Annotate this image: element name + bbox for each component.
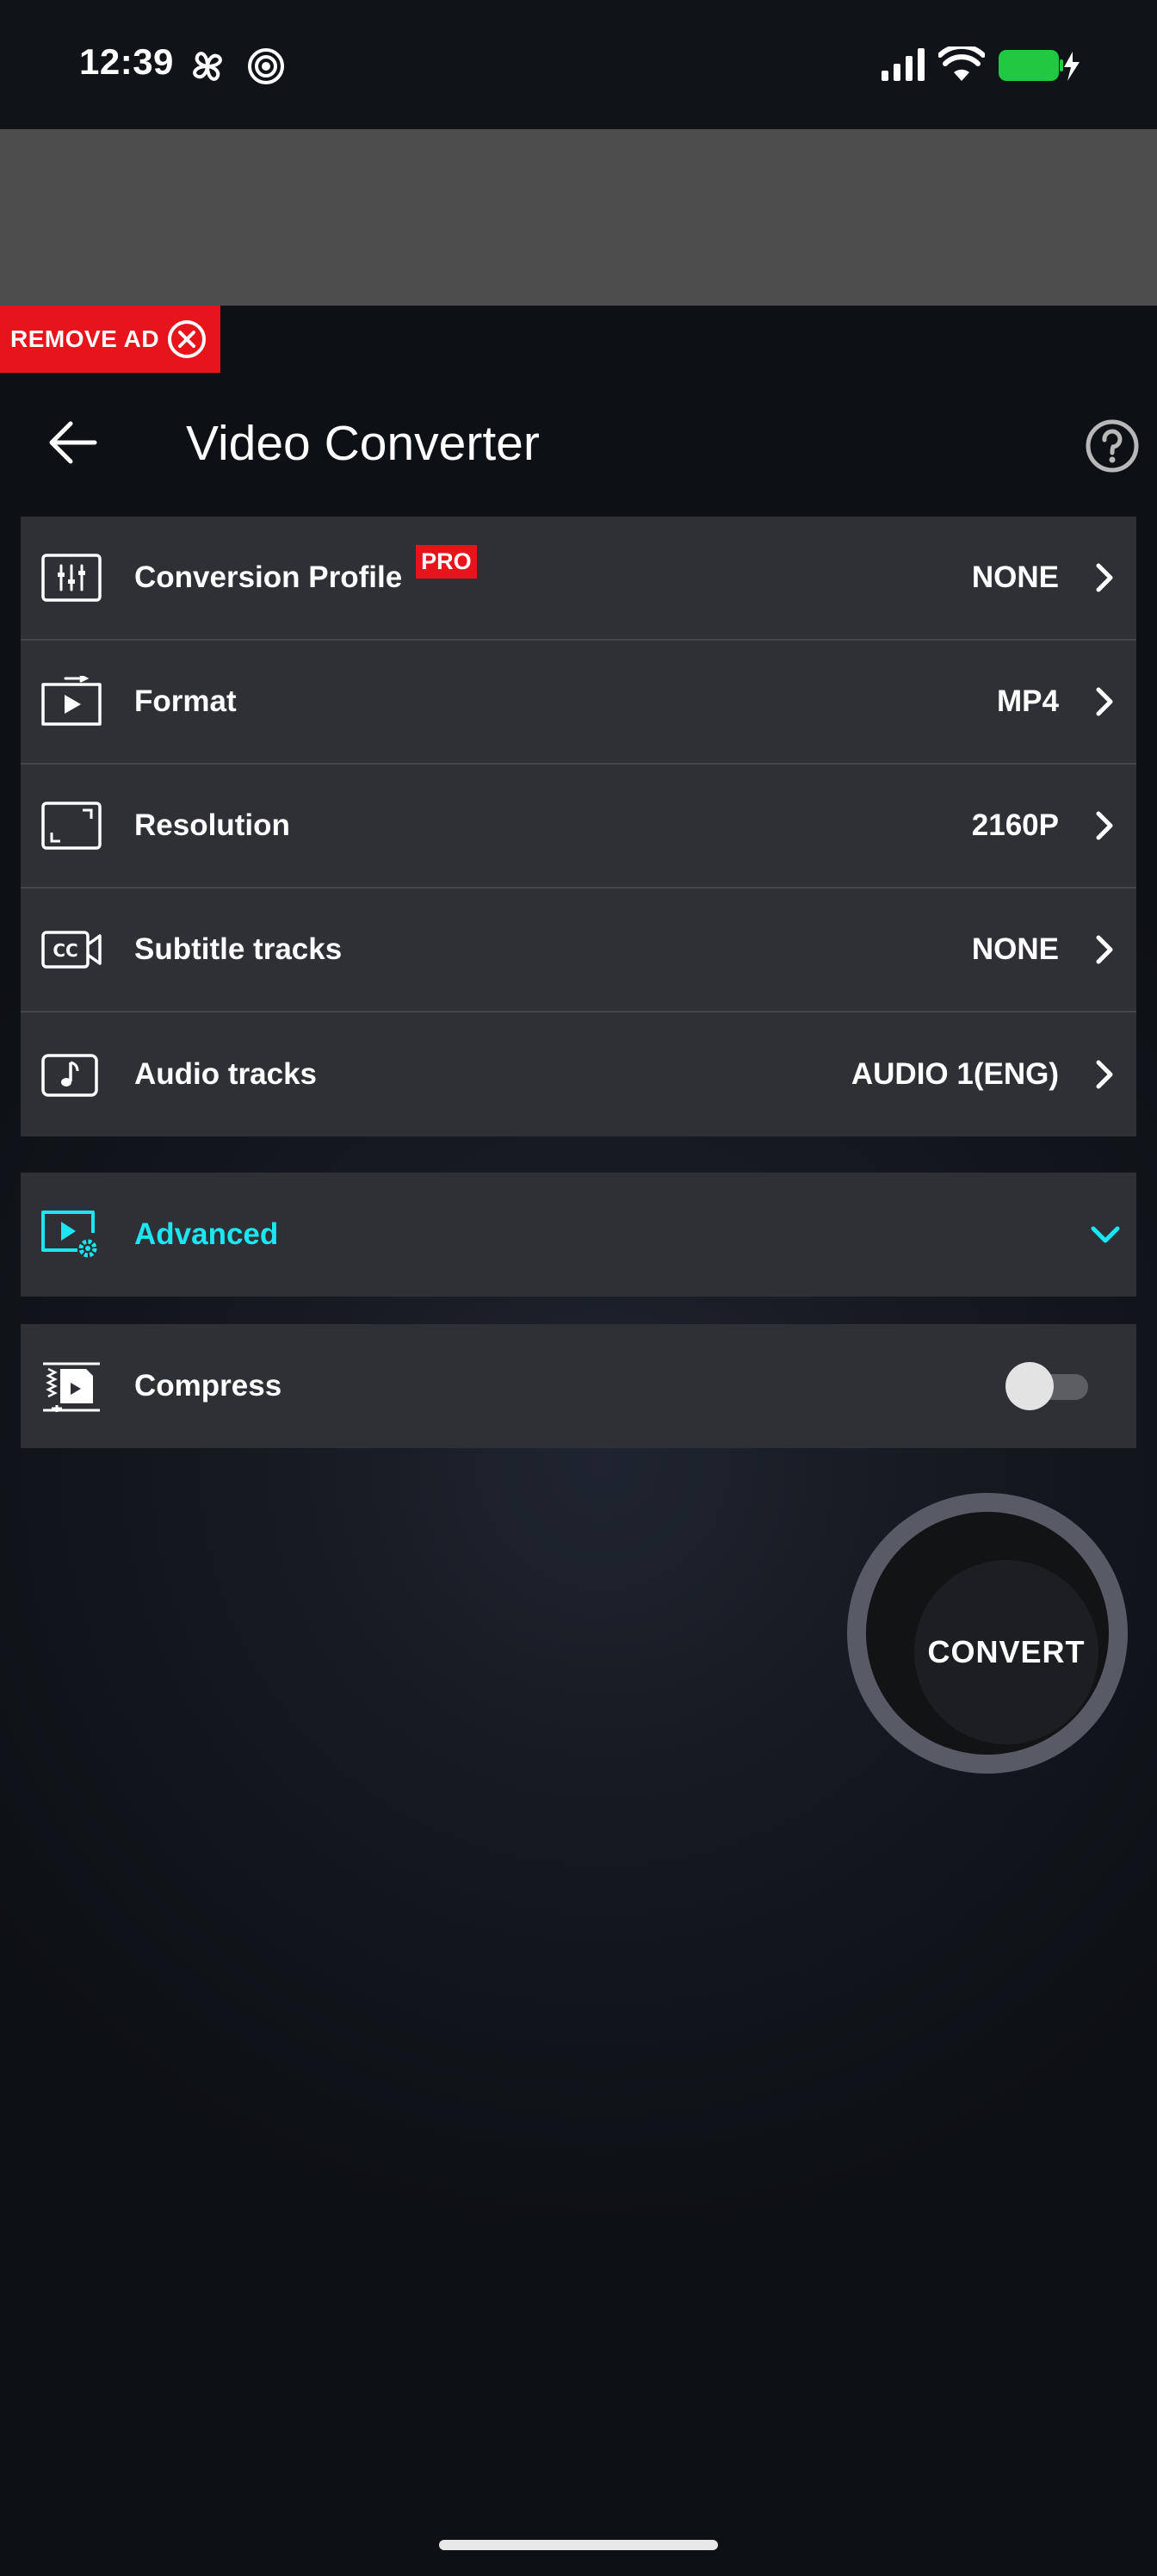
resolution-label: Resolution xyxy=(134,808,290,842)
pinwheel-icon xyxy=(193,52,222,81)
conversion-profile-row[interactable]: Conversion Profile PRO NONE xyxy=(21,517,1136,641)
video-format-icon xyxy=(41,676,102,726)
resolution-row[interactable]: Resolution 2160P xyxy=(21,765,1136,889)
compress-icon xyxy=(43,1362,100,1412)
conversion-profile-value: NONE xyxy=(971,560,1059,594)
video-settings-icon xyxy=(41,1211,97,1258)
wifi-icon xyxy=(938,46,985,81)
convert-button-ring: CONVERT xyxy=(866,1512,1109,1755)
chevron-right-icon xyxy=(1096,687,1113,716)
music-note-icon xyxy=(41,1054,98,1097)
subtitle-tracks-row[interactable]: CC Subtitle tracks NONE xyxy=(21,889,1136,1012)
subtitle-tracks-value: NONE xyxy=(971,932,1059,966)
remove-ad-button[interactable]: REMOVE AD xyxy=(0,306,220,373)
resolution-icon xyxy=(41,802,102,850)
pro-badge: PRO xyxy=(416,545,477,579)
compress-row[interactable]: Compress xyxy=(21,1324,1136,1448)
compress-section: Compress xyxy=(21,1324,1136,1448)
resolution-value: 2160P xyxy=(971,808,1059,842)
format-row[interactable]: Format MP4 xyxy=(21,641,1136,765)
settings-list: Conversion Profile PRO NONE Format MP4 Re… xyxy=(21,517,1136,1136)
status-time: 12:39 xyxy=(79,41,174,82)
back-arrow-icon[interactable] xyxy=(41,412,103,474)
chevron-right-icon xyxy=(1096,1060,1113,1089)
chevron-right-icon xyxy=(1096,935,1113,964)
close-circle-icon xyxy=(168,320,207,358)
audio-tracks-label: Audio tracks xyxy=(134,1057,317,1091)
svg-text:CC: CC xyxy=(53,940,77,961)
format-value: MP4 xyxy=(997,684,1059,718)
toggle-knob xyxy=(1005,1362,1054,1410)
ad-banner[interactable] xyxy=(0,129,1157,306)
advanced-label: Advanced xyxy=(134,1217,279,1251)
conversion-profile-text: Conversion Profile xyxy=(134,560,403,594)
audio-tracks-value: AUDIO 1(ENG) xyxy=(851,1057,1059,1091)
convert-button[interactable]: CONVERT xyxy=(847,1493,1128,1774)
conversion-profile-label: Conversion Profile PRO xyxy=(134,545,477,595)
chevron-right-icon xyxy=(1096,811,1113,840)
spiral-icon xyxy=(248,48,284,84)
compress-toggle[interactable] xyxy=(1005,1362,1088,1410)
remove-ad-label: REMOVE AD xyxy=(10,325,160,352)
home-indicator[interactable] xyxy=(439,2540,718,2550)
closed-captions-icon: CC xyxy=(41,931,102,969)
subtitle-tracks-label: Subtitle tracks xyxy=(134,932,343,966)
convert-label: CONVERT xyxy=(927,1634,1086,1669)
audio-tracks-row[interactable]: Audio tracks AUDIO 1(ENG) xyxy=(21,1012,1136,1136)
format-label: Format xyxy=(134,684,237,718)
equalizer-icon xyxy=(41,554,102,602)
help-icon[interactable] xyxy=(1085,418,1140,474)
compress-label: Compress xyxy=(134,1369,282,1403)
advanced-section: Advanced xyxy=(21,1173,1136,1297)
chevron-right-icon xyxy=(1096,563,1113,592)
page-title: Video Converter xyxy=(186,416,540,471)
battery-charging-icon xyxy=(999,50,1080,81)
signal-icon xyxy=(882,48,925,81)
advanced-row[interactable]: Advanced xyxy=(21,1173,1136,1297)
convert-button-core[interactable]: CONVERT xyxy=(914,1560,1098,1744)
chevron-down-icon xyxy=(1091,1226,1120,1243)
status-bar: 12:39 xyxy=(0,0,1157,129)
